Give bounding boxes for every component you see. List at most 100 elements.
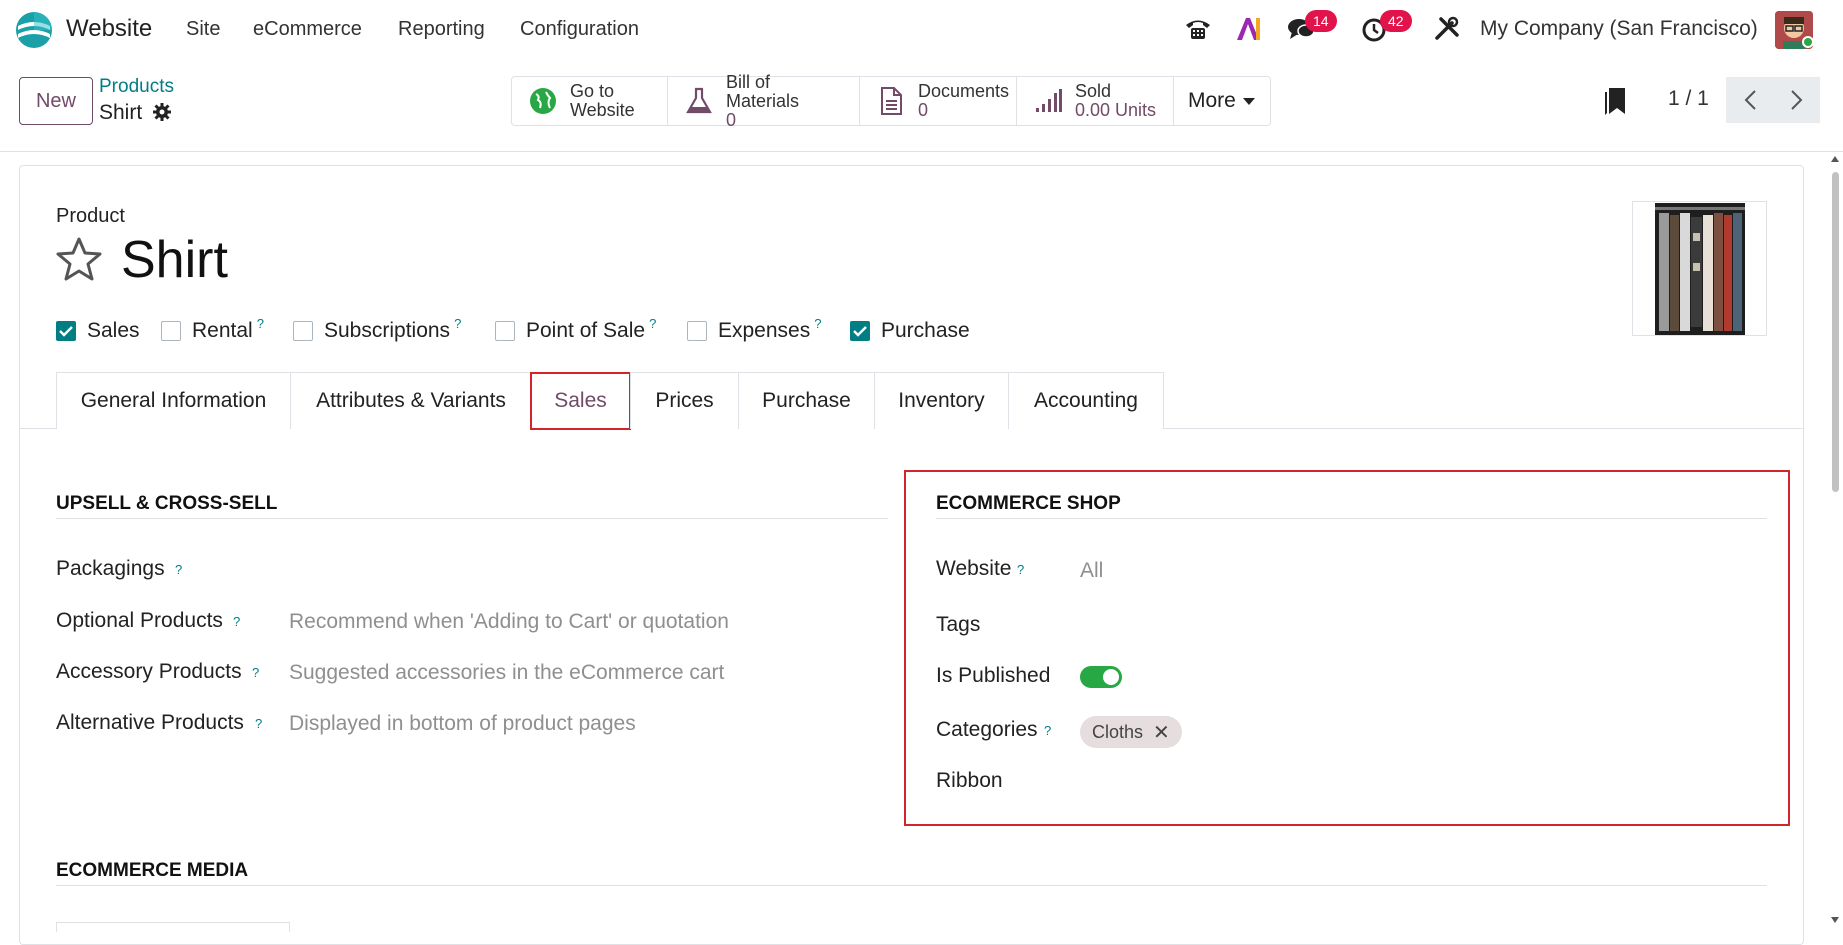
chevron-right-icon <box>1790 90 1802 110</box>
company-switcher[interactable]: My Company (San Francisco) <box>1480 17 1758 41</box>
help-icon[interactable]: ? <box>252 665 259 680</box>
caret-down-icon <box>1242 98 1255 105</box>
category-tag[interactable]: Cloths ✕ <box>1080 716 1182 748</box>
ecommerce-shop-title: ECOMMERCE SHOP <box>936 493 1121 514</box>
more-button[interactable]: More <box>1174 77 1270 125</box>
online-status-dot <box>1802 36 1814 48</box>
pager-next-button[interactable] <box>1773 77 1820 123</box>
help-icon[interactable]: ? <box>1044 723 1051 738</box>
tab-general-information[interactable]: General Information <box>56 372 291 429</box>
is-published-toggle[interactable] <box>1080 666 1122 688</box>
menu-ecommerce[interactable]: eCommerce <box>253 18 362 41</box>
help-icon[interactable]: ? <box>175 562 182 577</box>
alternative-products-input[interactable]: Displayed in bottom of product pages <box>289 712 636 736</box>
media-add-box[interactable] <box>56 922 290 932</box>
bill-of-materials-button[interactable]: Bill of Materials 0 <box>668 72 860 129</box>
upsell-group-title: UPSELL & CROSS-SELL <box>56 493 278 514</box>
scroll-down-arrow-icon[interactable] <box>1831 917 1839 923</box>
packagings-label: Packagings <box>56 557 165 580</box>
checkbox-purchase[interactable]: Purchase <box>850 317 970 345</box>
sold-value: 0.00 Units <box>1075 100 1157 120</box>
star-icon[interactable] <box>55 236 103 282</box>
go-to-website-button[interactable]: Go to Website <box>512 77 668 125</box>
ai-icon[interactable] <box>1234 14 1264 44</box>
tab-accounting[interactable]: Accounting <box>1008 372 1164 429</box>
checkbox-point-of-sale[interactable]: Point of Sale ? <box>495 316 656 345</box>
category-tag-label: Cloths <box>1092 721 1144 742</box>
checkbox-rental-label: Rental <box>192 319 253 342</box>
product-image[interactable] <box>1632 201 1767 336</box>
checkbox-subscriptions[interactable]: Subscriptions ? <box>293 316 461 345</box>
optional-products-input[interactable]: Recommend when 'Adding to Cart' or quota… <box>289 610 729 634</box>
document-icon <box>881 87 902 115</box>
scrollbar[interactable] <box>1828 152 1843 927</box>
app-name[interactable]: Website <box>66 15 152 43</box>
tab-attributes-variants[interactable]: Attributes & Variants <box>290 372 532 429</box>
menu-configuration[interactable]: Configuration <box>520 18 639 41</box>
alternative-products-label: Alternative Products <box>56 711 244 734</box>
checkbox-purchase-label: Purchase <box>881 319 970 342</box>
remove-tag-icon[interactable]: ✕ <box>1153 720 1170 745</box>
website-app-logo-icon[interactable] <box>14 10 54 50</box>
breadcrumb-products[interactable]: Products <box>99 76 174 98</box>
documents-value: 0 <box>918 100 929 120</box>
checkbox-point-of-sale-label: Point of Sale <box>526 319 646 342</box>
help-icon[interactable]: ? <box>649 316 656 331</box>
accessory-products-input[interactable]: Suggested accessories in the eCommerce c… <box>289 661 724 685</box>
top-navbar: Website Site eCommerce Reporting Configu… <box>0 0 1843 58</box>
gear-icon[interactable] <box>152 102 172 122</box>
signal-bars-icon <box>1036 89 1062 112</box>
chevron-left-icon <box>1744 90 1756 110</box>
checkbox-sales[interactable]: Sales <box>56 317 140 345</box>
pager-value[interactable]: 1 / 1 <box>1668 87 1709 111</box>
website-select[interactable]: All <box>1080 559 1103 583</box>
tab-inventory[interactable]: Inventory <box>874 372 1009 429</box>
checkbox-subscriptions-box[interactable] <box>293 321 313 341</box>
tags-label: Tags <box>936 613 981 636</box>
new-button[interactable]: New <box>19 77 93 125</box>
flask-icon <box>686 87 712 114</box>
more-label: More <box>1188 89 1236 112</box>
categories-label: Categories <box>936 718 1038 741</box>
menu-site[interactable]: Site <box>186 18 220 41</box>
product-name-field[interactable]: Shirt <box>121 230 228 290</box>
checkbox-expenses[interactable]: Expenses ? <box>687 316 821 345</box>
product-label: Product <box>56 205 125 227</box>
documents-label: Documents <box>918 81 1010 101</box>
go-to-label-2: Website <box>570 100 635 120</box>
help-icon[interactable]: ? <box>454 316 461 331</box>
tab-prices[interactable]: Prices <box>630 372 739 429</box>
checkbox-rental-box[interactable] <box>161 321 181 341</box>
help-icon[interactable]: ? <box>814 316 821 331</box>
is-published-label: Is Published <box>936 664 1051 687</box>
check-icon <box>853 326 867 337</box>
help-icon[interactable]: ? <box>255 716 262 731</box>
bom-value: 0 <box>726 109 737 130</box>
tab-purchase[interactable]: Purchase <box>738 372 875 429</box>
website-label: Website <box>936 557 1012 580</box>
tools-icon[interactable] <box>1432 14 1462 44</box>
menu-reporting[interactable]: Reporting <box>398 18 485 41</box>
documents-button[interactable]: Documents 0 <box>860 77 1017 125</box>
scrollbar-thumb[interactable] <box>1832 172 1839 492</box>
checkbox-expenses-box[interactable] <box>687 321 707 341</box>
bookmark-icon[interactable] <box>1602 86 1628 116</box>
checkbox-rental[interactable]: Rental ? <box>161 316 264 345</box>
checkbox-point-of-sale-box[interactable] <box>495 321 515 341</box>
sold-button[interactable]: Sold 0.00 Units <box>1017 77 1174 125</box>
activities-badge: 42 <box>1380 10 1412 32</box>
phone-icon[interactable] <box>1183 14 1213 44</box>
checkbox-purchase-box[interactable] <box>850 321 870 341</box>
help-icon[interactable]: ? <box>257 316 264 331</box>
checkbox-subscriptions-label: Subscriptions <box>324 319 451 342</box>
help-icon[interactable]: ? <box>233 614 240 629</box>
help-icon[interactable]: ? <box>1017 562 1024 577</box>
messages-badge: 14 <box>1305 10 1337 32</box>
checkbox-sales-box[interactable] <box>56 321 76 341</box>
accessory-products-label: Accessory Products <box>56 660 242 683</box>
check-icon <box>59 326 73 337</box>
scroll-up-arrow-icon[interactable] <box>1831 156 1839 162</box>
checkbox-expenses-label: Expenses <box>718 319 811 342</box>
pager-previous-button[interactable] <box>1726 77 1773 123</box>
tab-sales[interactable]: Sales <box>530 372 631 430</box>
